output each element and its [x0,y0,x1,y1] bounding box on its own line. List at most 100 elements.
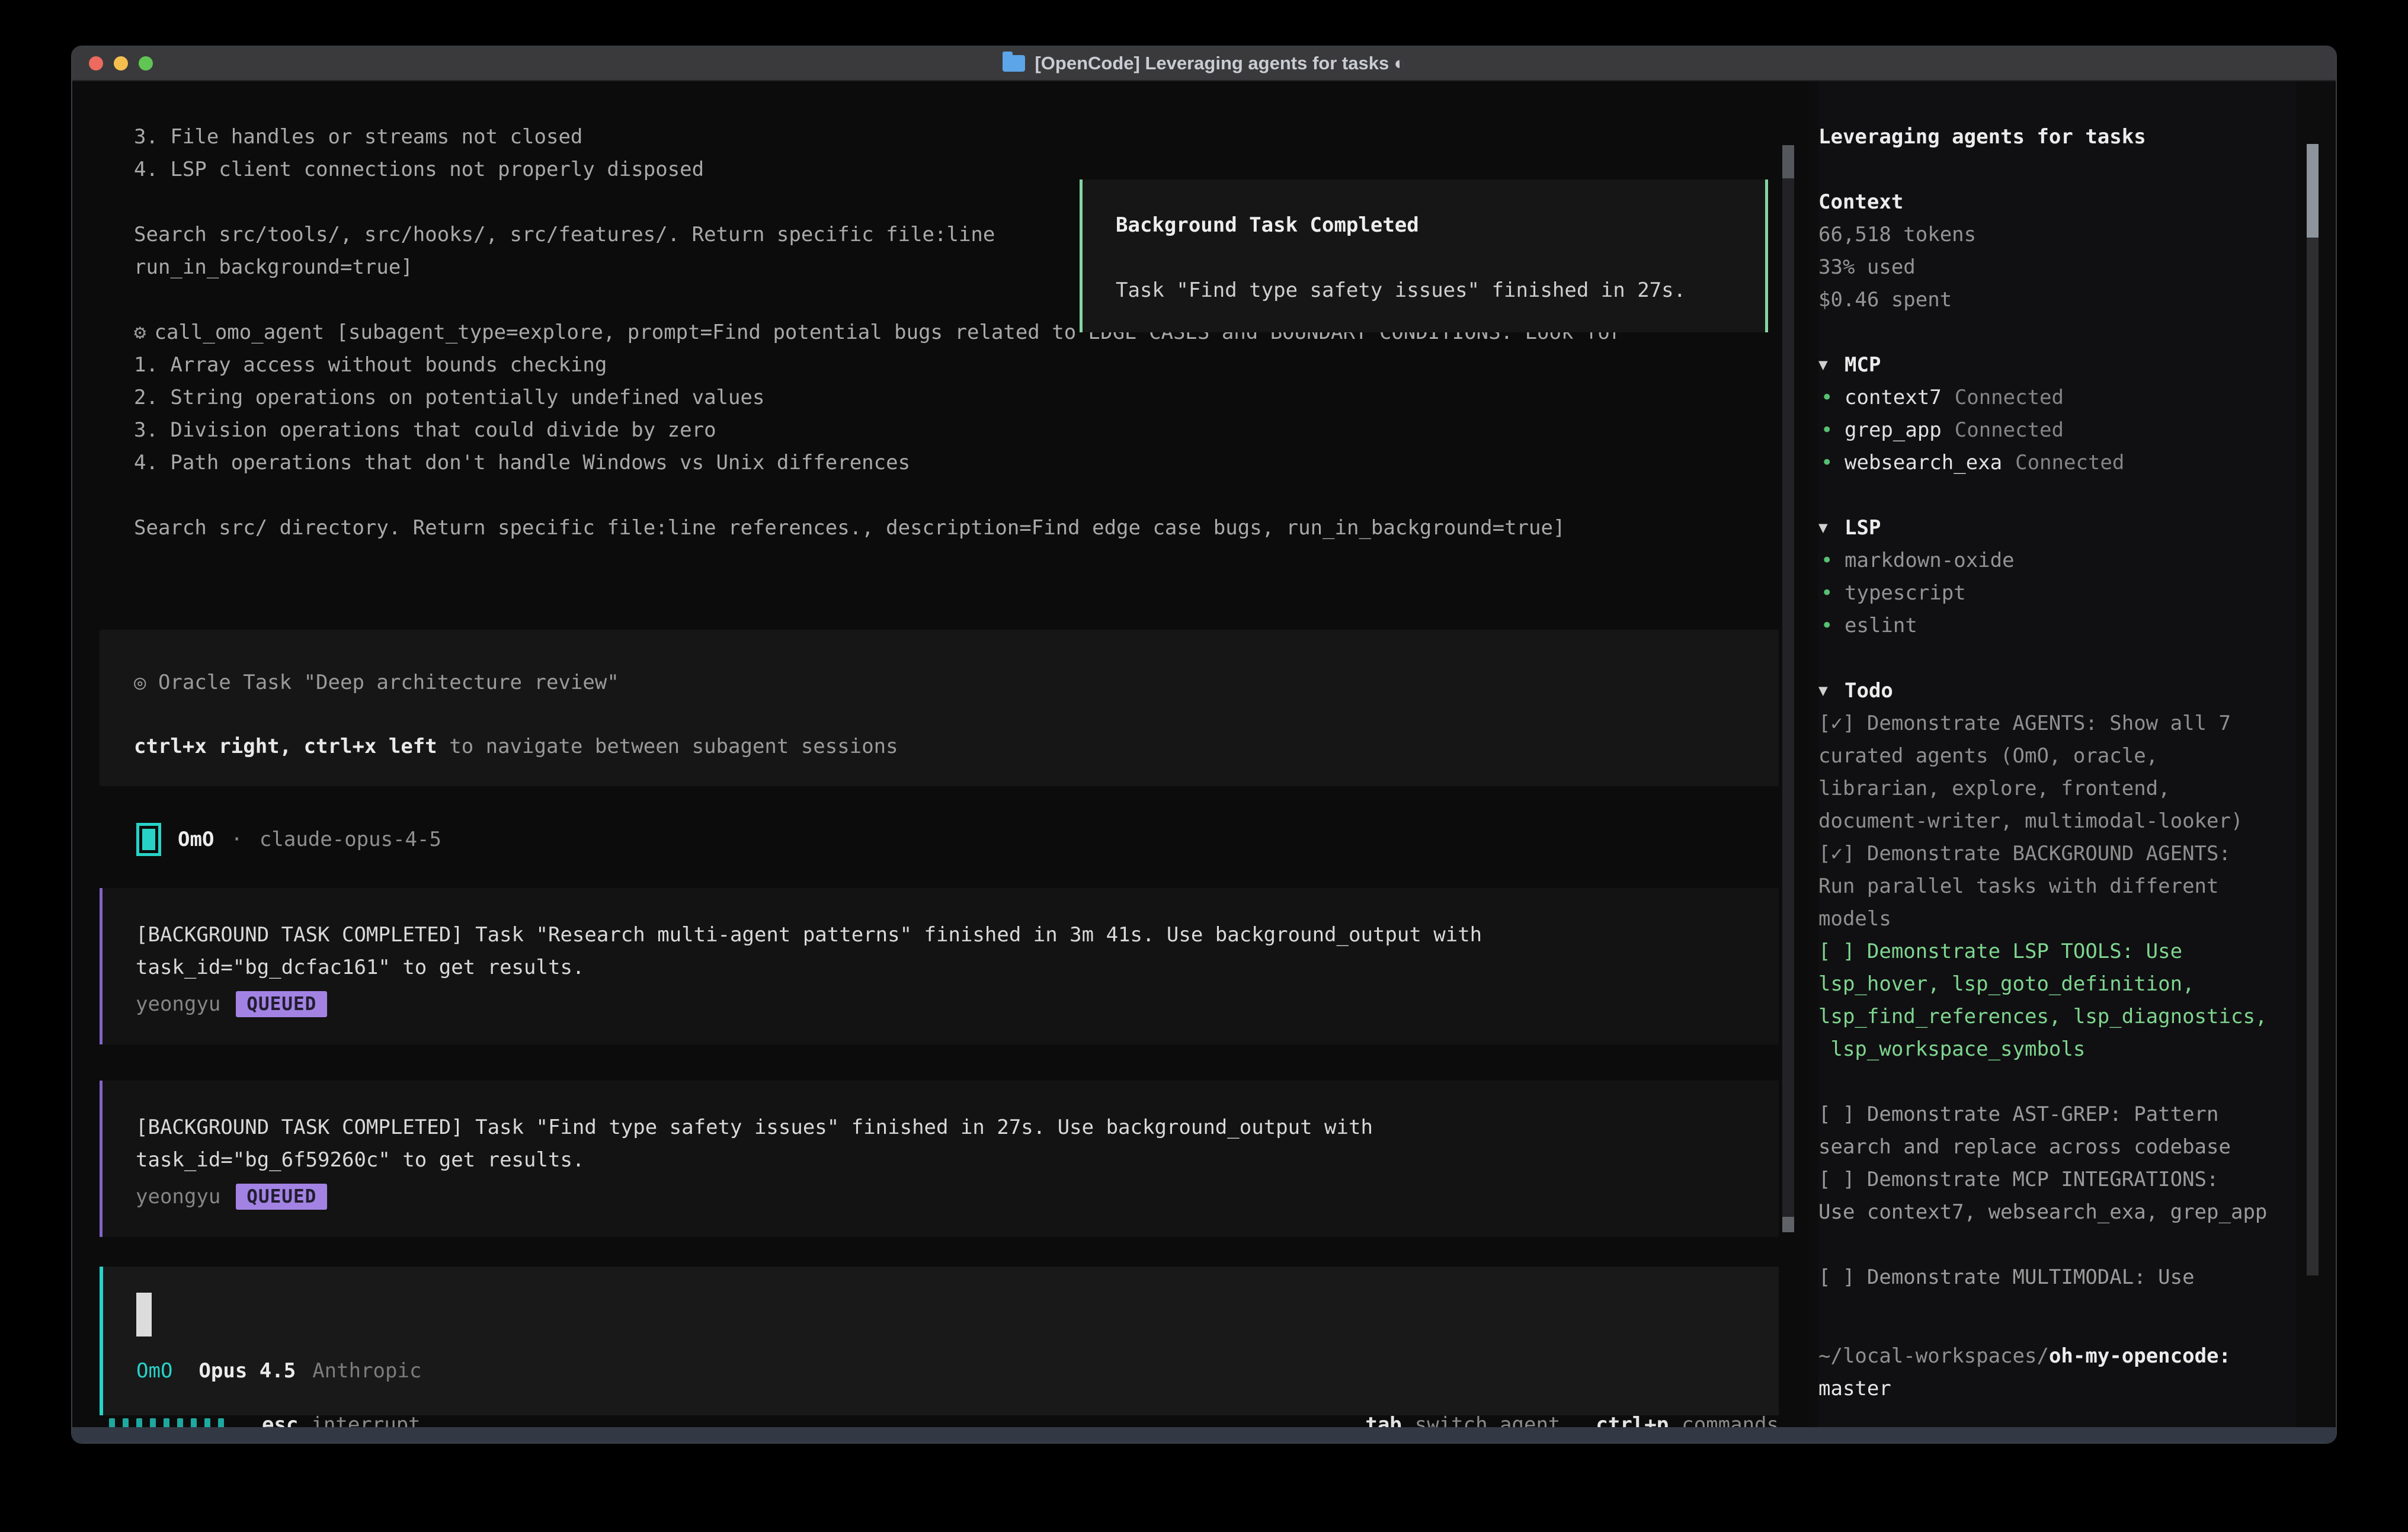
todo-line: [✓] Demonstrate BACKGROUND AGENTS: [1818,838,2296,870]
workspace-path-dim: ~/local-workspaces/ [1818,1344,2049,1368]
todo-item: [✓] Demonstrate AGENTS: Show all 7curate… [1818,707,2296,838]
chevron-down-icon: ▼ [1818,349,1845,382]
terminal-line: 4. Path operations that don't handle Win… [134,447,1622,479]
mcp-section-header[interactable]: ▼ MCP [1818,349,2296,382]
input-meta-row: OmO Opus 4.5 Anthropic [136,1359,1746,1383]
todo-line: Use context7, websearch_exa, grep_app [1818,1196,2296,1229]
mcp-item: • grep_app Connected [1818,414,2296,447]
input-model-name: Opus 4.5 [198,1359,296,1383]
session-title: Leveraging agents for tasks [1818,121,2296,153]
prompt-input[interactable]: OmO Opus 4.5 Anthropic [100,1267,1779,1415]
lsp-list: • markdown-oxide • typescript • eslint [1818,544,2296,642]
bullet-icon: • [1818,414,1845,447]
traffic-lights [89,47,153,80]
blank-line [134,479,1622,512]
omo-agent-icon [136,823,161,856]
gear-icon: ⚙ [134,320,146,344]
agent-separator: · [230,828,242,851]
task-message-line1: [BACKGROUND TASK COMPLETED] Task "Find t… [136,1111,1746,1144]
terminal-line: 3. File handles or streams not closed [134,121,1622,153]
todo-line: [ ] Demonstrate LSP TOOLS: Use [1818,935,2296,968]
terminal-pane[interactable]: 3. File handles or streams not closed 4. … [72,81,1808,1444]
toast-body: Task "Find type safety issues" finished … [1116,274,1732,307]
todo-line: curated agents (OmO, oracle, [1818,740,2296,773]
task-message-line2: task_id="bg_6f59260c" to get results. [136,1144,1746,1177]
workspace-path-repo: oh-my-opencode: [2049,1344,2231,1368]
close-button[interactable] [89,56,103,70]
folder-icon [1003,55,1025,72]
lsp-server-name: markdown-oxide [1845,544,2015,577]
window-bottom-edge [72,1427,2336,1443]
chevron-down-icon: ▼ [1818,512,1845,544]
lsp-server-name: typescript [1845,577,1966,610]
todo-line: search and replace across codebase [1818,1131,2296,1164]
tool-call-items: 1. Array access without bounds checking2… [134,349,1622,479]
todo-item: [✓] Demonstrate BACKGROUND AGENTS:Run pa… [1818,838,2296,935]
hint-keys: ctrl+x right, ctrl+x left [134,735,437,758]
notification-toast[interactable]: Background Task Completed Task "Find typ… [1080,180,1768,332]
bullet-icon: • [1818,577,1845,610]
todo-item: [ ] Demonstrate MCP INTEGRATIONS:Use con… [1818,1164,2296,1229]
minimize-button[interactable] [114,56,128,70]
task-meta-row: yeongyu QUEUED [136,991,1746,1017]
task-message-line1: [BACKGROUND TASK COMPLETED] Task "Resear… [136,919,1746,951]
terminal-line: 1. Array access without bounds checking [134,349,1622,382]
oracle-task-box: ◎ Oracle Task "Deep architecture review"… [100,630,1779,786]
workspace-branch: master [1818,1377,1891,1400]
mcp-item: • websearch_exa Connected [1818,447,2296,479]
mcp-server-name: context7 [1845,382,1942,414]
oracle-task-title: ◎ Oracle Task "Deep architecture review" [134,666,1744,699]
chevron-down-icon: ▼ [1818,675,1845,707]
todo-line: Run parallel tasks with different [1818,870,2296,903]
background-task-list: [BACKGROUND TASK COMPLETED] Task "Resear… [100,888,1779,1273]
task-user: yeongyu [136,1185,220,1209]
agent-model: claude-opus-4-5 [260,828,441,851]
bullet-icon: • [1818,544,1845,577]
agent-name: OmO [178,828,214,851]
task-meta-row: yeongyu QUEUED [136,1184,1746,1210]
mcp-server-status: Connected [1955,414,2064,447]
task-user: yeongyu [136,992,220,1016]
sidebar-scrollbar-thumb[interactable] [2307,144,2319,238]
todo-line: [ ] Demonstrate MULTIMODAL: Use [1818,1261,2296,1294]
session-sidebar: Leveraging agents for tasks Context 66,5… [1818,81,2296,1444]
todo-line: [✓] Demonstrate AGENTS: Show all 7 [1818,707,2296,740]
todo-item: [ ] Demonstrate MULTIMODAL: Use [1818,1261,2296,1294]
tool-call-tail: Search src/ directory. Return specific f… [134,512,1622,544]
workspace-path: ~/local-workspaces/oh-my-opencode: maste… [1818,1340,2231,1405]
main-scrollbar[interactable] [1782,145,1794,1232]
mcp-heading: MCP [1845,349,1881,382]
todo-line: models [1818,903,2296,935]
zoom-button[interactable] [139,56,153,70]
todo-section-header[interactable]: ▼ Todo [1818,675,2296,707]
input-provider-name: Anthropic [312,1359,421,1383]
hint-rest: to navigate between subagent sessions [437,735,898,758]
text-cursor [136,1293,152,1337]
sidebar-scrollbar[interactable] [2307,144,2319,1275]
background-task-block: [BACKGROUND TASK COMPLETED] Task "Find t… [100,1081,1779,1237]
lsp-section-header[interactable]: ▼ LSP [1818,512,2296,544]
main-scrollbar-end [1782,1217,1794,1232]
lsp-item: • typescript [1818,577,2296,610]
input-agent-name: OmO [136,1359,172,1383]
oracle-task-hint: ctrl+x right, ctrl+x left to navigate be… [134,730,1744,763]
mcp-item: • context7 Connected [1818,382,2296,414]
lsp-item: • markdown-oxide [1818,544,2296,577]
todo-list: [✓] Demonstrate AGENTS: Show all 7curate… [1818,707,2296,1294]
window-title: [OpenCode] Leveraging agents for tasks ◐ [1003,53,1405,74]
todo-line: librarian, explore, frontend, [1818,773,2296,805]
todo-line: [ ] Demonstrate AST-GREP: Pattern [1818,1098,2296,1131]
todo-line: document-writer, multimodal-looker) [1818,805,2296,838]
bullet-icon: • [1818,610,1845,642]
terminal-line: 3. Division operations that could divide… [134,414,1622,447]
status-badge: QUEUED [236,991,327,1017]
todo-heading: Todo [1845,675,1893,707]
mcp-server-status: Connected [1955,382,2064,414]
status-badge: QUEUED [236,1184,327,1210]
lsp-server-name: eslint [1845,610,1917,642]
todo-line: lsp_hover, lsp_goto_definition, [1818,968,2296,1001]
window-titlebar[interactable]: [OpenCode] Leveraging agents for tasks ◐ [72,47,2336,81]
main-scrollbar-thumb[interactable] [1782,145,1794,178]
terminal-line: 2. String operations on potentially unde… [134,382,1622,414]
background-task-block: [BACKGROUND TASK COMPLETED] Task "Resear… [100,888,1779,1044]
